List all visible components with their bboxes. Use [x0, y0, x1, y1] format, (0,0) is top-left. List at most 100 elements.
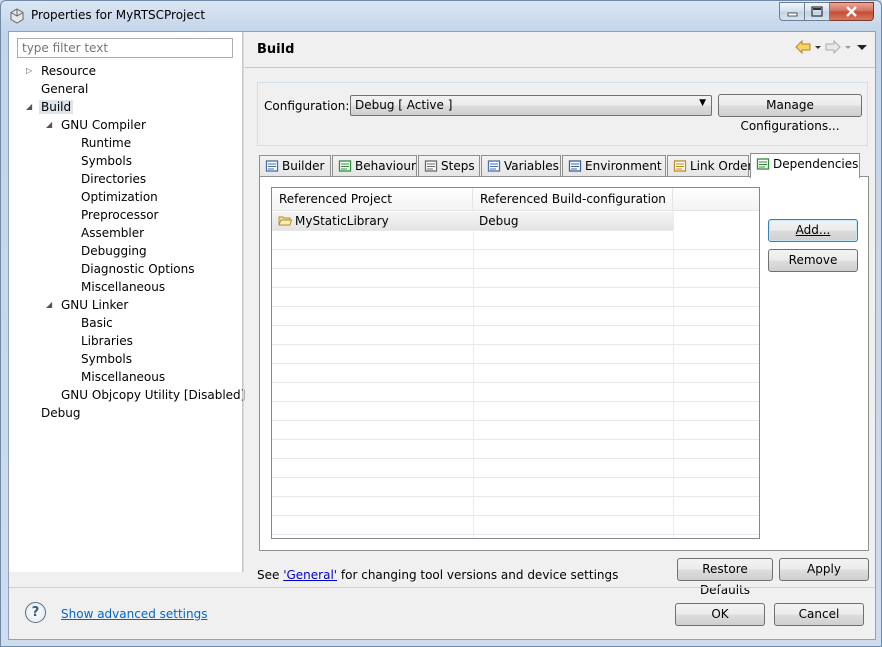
tree-item[interactable]: Symbols [81, 350, 132, 368]
panel-sash[interactable] [243, 32, 244, 572]
tree-item[interactable]: Directories [81, 170, 146, 188]
tree-item[interactable]: ◢ GNU Compiler [46, 116, 146, 134]
maximize-button[interactable] [805, 2, 830, 21]
referenced-config-cell: Debug [479, 214, 519, 228]
tree-item-label: Debugging [81, 244, 147, 258]
help-icon[interactable]: ? [25, 602, 46, 623]
tree-item-label: Build [39, 100, 74, 114]
restore-defaults-button[interactable]: Restore Defaults [677, 558, 773, 597]
tree-item[interactable]: ◢ GNU Linker [46, 296, 128, 314]
table-row[interactable] [272, 345, 759, 364]
tab-behaviour[interactable]: Behaviour [332, 155, 417, 177]
tab-builder[interactable]: Builder [259, 155, 331, 177]
tree-item-label: Diagnostic Options [81, 262, 195, 276]
table-row[interactable] [272, 440, 759, 459]
view-menu-icon[interactable] [855, 40, 869, 54]
table-row[interactable] [272, 421, 759, 440]
tree-item[interactable]: ▷ Resource [26, 62, 97, 80]
minimize-icon [787, 12, 798, 17]
table-header: Referenced Project Referenced Build-conf… [272, 188, 759, 211]
tree-item-label: Symbols [81, 154, 132, 168]
table-row[interactable] [272, 516, 759, 535]
minimize-button[interactable] [779, 2, 805, 21]
table-row[interactable] [272, 307, 759, 326]
tree-item-label: Basic [81, 316, 113, 330]
filter-input[interactable] [17, 38, 233, 58]
table-row[interactable]: MyStaticLibrary Debug [272, 212, 673, 231]
add-button[interactable]: Add... [768, 219, 858, 242]
tree-item[interactable]: Diagnostic Options [81, 260, 195, 278]
tree-item[interactable]: Miscellaneous [81, 278, 165, 296]
tab-dependencies[interactable]: Dependencies [750, 153, 860, 178]
table-row[interactable] [272, 459, 759, 478]
collapsed-twisty-icon[interactable]: ▷ [26, 67, 34, 75]
tree-item[interactable]: GNU Objcopy Utility [Disabled] [61, 386, 245, 404]
column-header-config[interactable]: Referenced Build-configuration [473, 188, 673, 211]
tab-label: Steps [441, 159, 475, 173]
back-arrow-icon[interactable] [795, 40, 811, 54]
tab-environment[interactable]: Environment [562, 155, 666, 177]
title-bar[interactable]: Properties for MyRTSCProject [1, 1, 881, 31]
tab-label: Builder [282, 159, 325, 173]
tree-item[interactable]: Libraries [81, 332, 133, 350]
show-advanced-settings-link[interactable]: Show advanced settings [61, 607, 208, 621]
forward-arrow-icon[interactable] [825, 40, 841, 54]
tree-item[interactable]: Assembler [81, 224, 144, 242]
tree-item[interactable]: General [41, 80, 88, 98]
tree-item[interactable]: Runtime [81, 134, 131, 152]
cancel-button[interactable]: Cancel [774, 603, 864, 626]
tree-item[interactable]: Preprocessor [81, 206, 158, 224]
table-row[interactable] [272, 364, 759, 383]
table-row[interactable] [272, 383, 759, 402]
tree-item[interactable]: Symbols [81, 152, 132, 170]
forward-menu-icon[interactable] [843, 40, 853, 54]
tree-item[interactable]: Debugging [81, 242, 147, 260]
window-title: Properties for MyRTSCProject [31, 8, 206, 22]
tab-strip: Builder Behaviour Steps Variables Environmen… [259, 153, 869, 178]
table-row[interactable] [272, 231, 759, 250]
dependencies-table[interactable]: Referenced Project Referenced Build-conf… [271, 187, 760, 539]
tab-variables[interactable]: Variables [481, 155, 561, 177]
tree-item-label: General [41, 82, 89, 96]
table-row[interactable] [272, 326, 759, 345]
tree-item-label: Libraries [81, 334, 133, 348]
expanded-twisty-icon[interactable]: ◢ [46, 121, 54, 129]
manage-configurations-button[interactable]: Manage Configurations... [718, 94, 862, 133]
close-window-button[interactable] [830, 2, 874, 21]
tree-item-label: Resource [41, 64, 97, 78]
back-menu-icon[interactable] [813, 40, 823, 54]
tab-steps[interactable]: Steps [418, 155, 480, 177]
table-row[interactable] [272, 497, 759, 516]
remove-button-label: Remove [788, 253, 838, 267]
configuration-select[interactable]: Debug [ Active ] ▼ [350, 95, 712, 116]
behaviour-icon [338, 160, 352, 172]
table-row[interactable] [272, 269, 759, 288]
tree-item[interactable]: Debug [41, 404, 80, 422]
expanded-twisty-icon[interactable]: ◢ [26, 103, 34, 111]
tree-item[interactable]: ◢ Build [26, 98, 74, 116]
general-link[interactable]: 'General' [283, 568, 337, 582]
remove-button[interactable]: Remove [768, 249, 858, 272]
tree-item-label: Debug [41, 406, 81, 420]
column-header-project[interactable]: Referenced Project [272, 188, 473, 211]
apply-button[interactable]: Apply [779, 558, 869, 581]
steps-icon [424, 160, 438, 172]
tree-item[interactable]: Optimization [81, 188, 158, 206]
note-suffix: for changing tool versions and device se… [337, 568, 619, 582]
tree-item-label: Directories [81, 172, 147, 186]
dependencies-icon [756, 158, 770, 170]
table-row[interactable] [272, 288, 759, 307]
table-row[interactable] [272, 478, 759, 497]
close-icon [846, 6, 857, 17]
ok-button[interactable]: OK [675, 603, 765, 626]
referenced-project-cell: MyStaticLibrary [295, 214, 389, 228]
table-row[interactable] [272, 402, 759, 421]
expanded-twisty-icon[interactable]: ◢ [46, 301, 54, 309]
tree-item-label: Miscellaneous [81, 280, 166, 294]
tree-item[interactable]: Basic [81, 314, 113, 332]
table-row[interactable] [272, 250, 759, 269]
tab-link-order[interactable]: Link Order [667, 155, 753, 177]
history-nav [795, 40, 869, 54]
tree-item[interactable]: Miscellaneous [81, 368, 165, 386]
dialog-client-area: ▷ Resource General ◢ Build ◢ GNU Compiler Runti… [8, 31, 876, 640]
